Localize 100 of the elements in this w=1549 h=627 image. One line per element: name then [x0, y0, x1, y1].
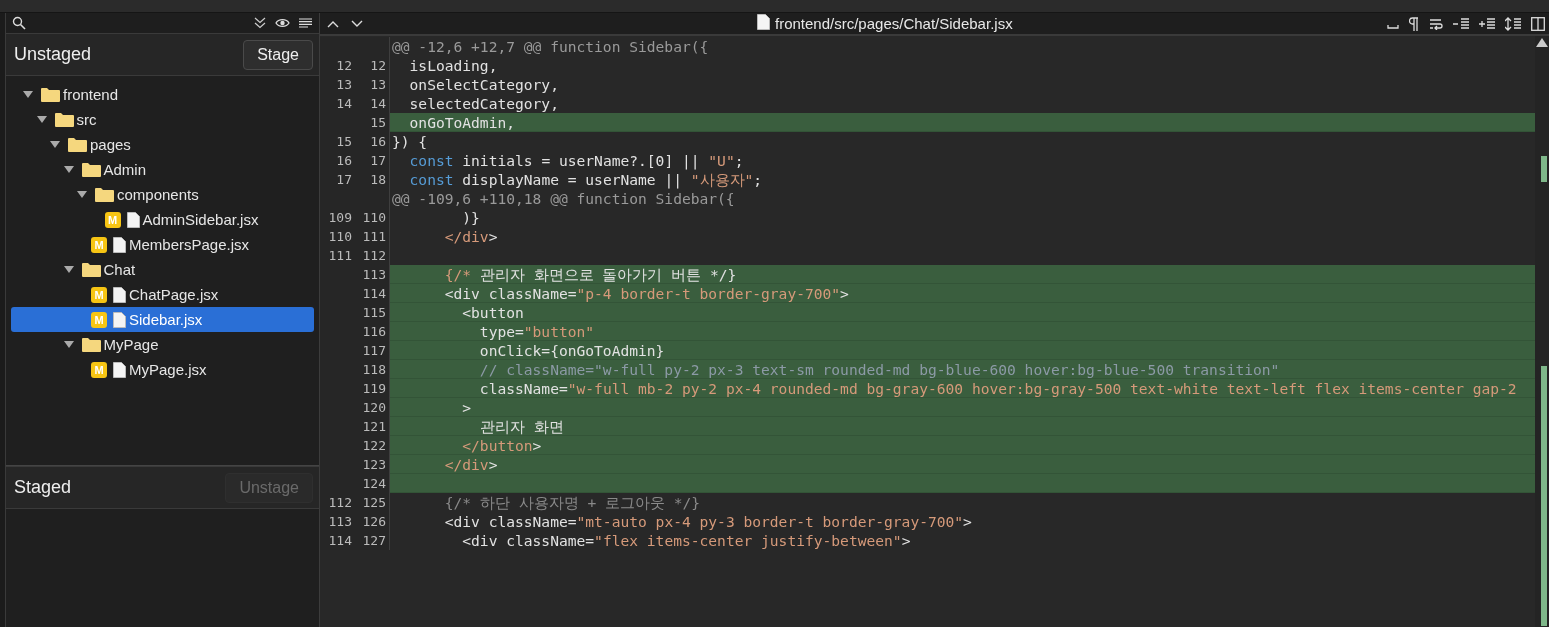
status-badge: M	[91, 286, 107, 303]
tree-item[interactable]: M MyPage.jsx	[11, 357, 314, 382]
line-number: 114	[361, 285, 387, 303]
line-number: 127	[361, 532, 387, 550]
expand-arrow-icon[interactable]	[63, 341, 74, 348]
expand-arrow-icon[interactable]	[63, 266, 74, 273]
code-line: )}	[461, 208, 481, 227]
eye-icon[interactable]	[275, 18, 290, 28]
scroll-up-icon[interactable]	[1536, 38, 1548, 47]
line-number: 12	[369, 57, 387, 75]
chevron-up-icon[interactable]	[327, 19, 339, 28]
line-number: 124	[361, 475, 387, 493]
expand-arrow-icon[interactable]	[36, 116, 47, 123]
folder-icon	[68, 137, 87, 152]
code-line: {/* 하단 사용자명 + 로그아웃 */}	[443, 493, 702, 512]
expand-lines-icon[interactable]	[1479, 17, 1495, 30]
tree-item[interactable]: M ChatPage.jsx	[11, 282, 314, 307]
tree-item[interactable]: src	[11, 107, 314, 132]
split-view-icon[interactable]	[1531, 16, 1545, 31]
status-badge: M	[104, 211, 121, 228]
pilcrow-icon[interactable]	[1409, 16, 1419, 31]
line-number: 122	[361, 437, 387, 455]
hunk-header: @@ -109,6 +110,18 @@ function Sidebar({	[391, 189, 736, 208]
line-number: 13	[335, 76, 353, 94]
tree-item[interactable]: Chat	[11, 257, 314, 282]
line-number: 118	[361, 361, 387, 379]
line-number: 123	[361, 456, 387, 474]
line-number: 119	[361, 380, 387, 398]
line-number: 18	[369, 171, 387, 189]
line-number: 110	[361, 209, 387, 227]
file-icon	[126, 211, 140, 228]
folder-icon	[41, 87, 60, 102]
line-number: 13	[369, 76, 387, 94]
line-number: 112	[327, 494, 353, 512]
line-number: 16	[335, 152, 353, 170]
tree-item[interactable]: M MembersPage.jsx	[11, 232, 314, 257]
scrollbar[interactable]	[1535, 36, 1549, 627]
tree-item[interactable]: M Sidebar.jsx	[11, 307, 314, 332]
line-number: 113	[361, 266, 387, 284]
double-chevron-icon[interactable]	[254, 17, 266, 29]
folder-icon	[81, 262, 101, 277]
folder-icon	[81, 162, 101, 177]
line-number: 125	[361, 494, 387, 512]
collapse-lines-icon[interactable]	[1453, 17, 1469, 30]
line-number: 121	[361, 418, 387, 436]
status-badge: M	[91, 361, 107, 378]
folder-icon	[81, 337, 101, 352]
tree-item[interactable]: pages	[11, 132, 314, 157]
code-line: </div>	[443, 227, 499, 246]
scroll-marker	[1541, 156, 1547, 182]
line-number: 12	[335, 57, 353, 75]
search-icon[interactable]	[12, 16, 26, 30]
expand-vertical-icon[interactable]	[1505, 16, 1521, 31]
status-badge: M	[91, 311, 107, 328]
tree-item[interactable]: M AdminSidebar.jsx	[11, 207, 314, 232]
code-line: }) {	[391, 132, 429, 151]
line-number: 111	[327, 247, 353, 265]
section-title: Unstaged	[14, 44, 92, 65]
line-number: 111	[361, 228, 387, 246]
chevron-down-icon[interactable]	[351, 19, 363, 28]
tree-item[interactable]: MyPage	[11, 332, 314, 357]
line-number: 15	[335, 133, 353, 151]
folder-icon	[95, 187, 114, 202]
line-number: 110	[327, 228, 353, 246]
file-path: frontend/src/pages/Chat/Sidebar.jsx	[775, 15, 1013, 32]
line-number: 115	[361, 304, 387, 322]
hunk-header: @@ -12,6 +12,7 @@ function Sidebar({	[391, 37, 710, 56]
line-number: 16	[369, 133, 387, 151]
line-number: 17	[335, 171, 353, 189]
line-number: 114	[327, 532, 353, 550]
status-badge: M	[91, 236, 107, 253]
file-icon	[113, 236, 126, 253]
expand-arrow-icon[interactable]	[63, 166, 74, 173]
file-icon	[113, 361, 126, 378]
line-number: 15	[369, 114, 387, 132]
line-number: 117	[361, 342, 387, 360]
line-number: 14	[369, 95, 387, 113]
line-number: 109	[327, 209, 353, 227]
wrap-icon[interactable]	[1429, 17, 1443, 30]
file-icon	[757, 14, 770, 30]
tree-item[interactable]: frontend	[11, 82, 314, 107]
code-line: onSelectCategory,	[408, 75, 560, 94]
section-title: Staged	[14, 477, 72, 498]
line-number: 120	[361, 399, 387, 417]
line-number: 126	[361, 513, 387, 531]
tree-item[interactable]: components	[11, 182, 314, 207]
code-line: <div className="flex items-center justify-between">	[461, 531, 912, 550]
expand-arrow-icon[interactable]	[23, 91, 33, 98]
menu-icon[interactable]	[299, 18, 312, 28]
folder-icon	[54, 112, 74, 127]
expand-arrow-icon[interactable]	[77, 191, 87, 198]
code-line: selectedCategory,	[408, 94, 560, 113]
expand-arrow-icon[interactable]	[50, 141, 60, 148]
line-number: 116	[361, 323, 387, 341]
code-line: const initials = userName?.[0] || "U";	[408, 151, 745, 170]
file-icon	[113, 311, 126, 328]
tree-item[interactable]: Admin	[11, 157, 314, 182]
line-number: 17	[369, 152, 387, 170]
code-line: isLoading,	[408, 56, 499, 75]
stage-button[interactable]: Stage	[243, 39, 313, 70]
